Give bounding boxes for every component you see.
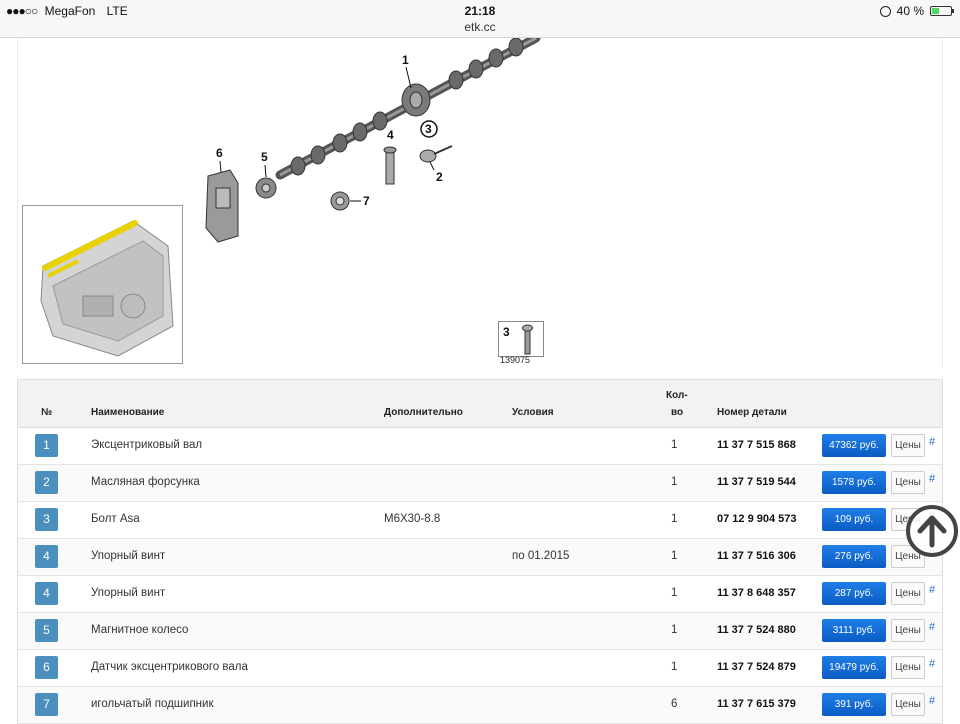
- legend-box: 3: [498, 321, 544, 357]
- header-name: Наименование: [91, 407, 165, 418]
- battery-info: 40 %: [879, 4, 954, 18]
- status-bar: ●●●○○ MegaFon LTE 21:18 etk.cc 40 %: [0, 0, 960, 38]
- callout-1: 1: [402, 53, 409, 67]
- part-number[interactable]: 11 37 8 648 357: [717, 587, 796, 599]
- rotation-lock-icon: [879, 5, 891, 17]
- anchor-link[interactable]: #: [929, 621, 935, 633]
- header-qty: Кол-: [666, 390, 688, 401]
- position-badge[interactable]: 2: [35, 471, 58, 494]
- position-badge[interactable]: 5: [35, 619, 58, 642]
- header-qty-2: во: [671, 407, 684, 418]
- magnetic-wheel-illustration: [255, 177, 277, 199]
- battery-percent: 40 %: [896, 4, 924, 18]
- arrow-up-icon: [917, 515, 947, 548]
- engine-thumbnail[interactable]: [22, 205, 183, 364]
- part-qty: 6: [671, 698, 678, 710]
- position-badge[interactable]: 3: [35, 508, 58, 531]
- part-qty: 1: [671, 550, 678, 562]
- position-badge[interactable]: 1: [35, 434, 58, 457]
- table-row: 6 Датчик эксцентрикового вала 1 11 37 7 524…: [18, 650, 942, 687]
- price-button[interactable]: 109 руб.: [822, 508, 886, 531]
- table-row: 2 Масляная форсунка 1 11 37 7 519 544 1578 р…: [18, 465, 942, 502]
- parts-table: № Наименование Дополнительно Условия Кол…: [17, 379, 943, 724]
- thrust-screw-illustration: [383, 146, 397, 185]
- prices-button[interactable]: Цены: [891, 656, 925, 679]
- sensor-illustration: [205, 169, 239, 243]
- part-number[interactable]: 11 37 7 524 879: [717, 661, 796, 673]
- scroll-to-top-button[interactable]: [906, 505, 958, 557]
- address-bar[interactable]: etk.cc: [0, 20, 960, 34]
- callout-3: 3: [425, 122, 432, 136]
- anchor-link[interactable]: #: [929, 695, 935, 707]
- part-number[interactable]: 07 12 9 904 573: [717, 513, 797, 525]
- part-name: Эксцентриковый вал: [91, 439, 203, 451]
- prices-button[interactable]: Цены: [891, 619, 925, 642]
- part-number[interactable]: 11 37 7 519 544: [717, 476, 796, 488]
- part-extra: M6X30-8.8: [384, 513, 441, 525]
- part-qty: 1: [671, 587, 678, 599]
- part-qty: 1: [671, 476, 678, 488]
- anchor-link[interactable]: #: [929, 436, 935, 448]
- table-row: 4 Упорный винт 1 11 37 8 648 357 287 руб. Цен…: [18, 576, 942, 613]
- anchor-link[interactable]: #: [929, 658, 935, 670]
- oil-nozzle-illustration: [419, 145, 453, 163]
- position-badge[interactable]: 4: [35, 582, 58, 605]
- diagram-code: 139075: [500, 355, 531, 365]
- part-name: Датчик эксцентрикового вала: [91, 661, 248, 673]
- part-qty: 1: [671, 513, 678, 525]
- price-button[interactable]: 276 руб.: [822, 545, 886, 568]
- price-button[interactable]: 391 руб.: [822, 693, 886, 716]
- part-qty: 1: [671, 661, 678, 673]
- needle-bearing-illustration: [330, 191, 350, 211]
- part-number[interactable]: 11 37 7 516 306: [717, 550, 796, 562]
- callout-6: 6: [216, 146, 223, 160]
- anchor-link[interactable]: #: [929, 584, 935, 596]
- table-header: № Наименование Дополнительно Условия Кол…: [18, 380, 942, 428]
- callout-4: 4: [387, 128, 394, 142]
- position-badge[interactable]: 7: [35, 693, 58, 716]
- table-row: 5 Магнитное колесо 1 11 37 7 524 880 3111 ру…: [18, 613, 942, 650]
- header-conditions: Условия: [512, 407, 554, 418]
- table-row: 7 игольчатый подшипник 6 11 37 7 615 379 391…: [18, 687, 942, 724]
- price-button[interactable]: 19479 руб.: [822, 656, 886, 679]
- table-row: 3 Болт Asa M6X30-8.8 1 07 12 9 904 573 109 ру…: [18, 502, 942, 539]
- price-button[interactable]: 3111 руб.: [822, 619, 886, 642]
- part-number[interactable]: 11 37 7 515 868: [717, 439, 796, 451]
- price-button[interactable]: 1578 руб.: [822, 471, 886, 494]
- part-name: Болт Asa: [91, 513, 140, 525]
- part-name: Упорный винт: [91, 587, 166, 599]
- callout-5: 5: [261, 150, 268, 164]
- part-number[interactable]: 11 37 7 615 379: [717, 698, 796, 710]
- page-edge: [942, 38, 943, 368]
- table-row: 1 Эксцентриковый вал 1 11 37 7 515 868 47362…: [18, 428, 942, 465]
- engine-illustration: [40, 220, 174, 357]
- header-extra: Дополнительно: [384, 407, 463, 418]
- part-number[interactable]: 11 37 7 524 880: [717, 624, 796, 636]
- part-name: Упорный винт: [91, 550, 166, 562]
- position-badge[interactable]: 6: [35, 656, 58, 679]
- callout-7: 7: [363, 194, 370, 208]
- part-conditions: по 01.2015: [512, 550, 570, 562]
- price-button[interactable]: 287 руб.: [822, 582, 886, 605]
- part-qty: 1: [671, 439, 678, 451]
- price-button[interactable]: 47362 руб.: [822, 434, 886, 457]
- battery-icon: [930, 6, 954, 16]
- part-name: Масляная форсунка: [91, 476, 200, 488]
- anchor-link[interactable]: #: [929, 473, 935, 485]
- table-row: 4 Упорный винт по 01.2015 1 11 37 7 516 306 2…: [18, 539, 942, 576]
- callout-2: 2: [436, 170, 443, 184]
- header-no: №: [41, 407, 53, 418]
- prices-button[interactable]: Цены: [891, 471, 925, 494]
- part-name: игольчатый подшипник: [91, 698, 214, 710]
- part-qty: 1: [671, 624, 678, 636]
- part-name: Магнитное колесо: [91, 624, 189, 636]
- prices-button[interactable]: Цены: [891, 693, 925, 716]
- prices-button[interactable]: Цены: [891, 434, 925, 457]
- prices-button[interactable]: Цены: [891, 582, 925, 605]
- header-part-number: Номер детали: [717, 407, 787, 418]
- clock: 21:18: [464, 4, 496, 18]
- position-badge[interactable]: 4: [35, 545, 58, 568]
- legend-number: 3: [503, 325, 510, 339]
